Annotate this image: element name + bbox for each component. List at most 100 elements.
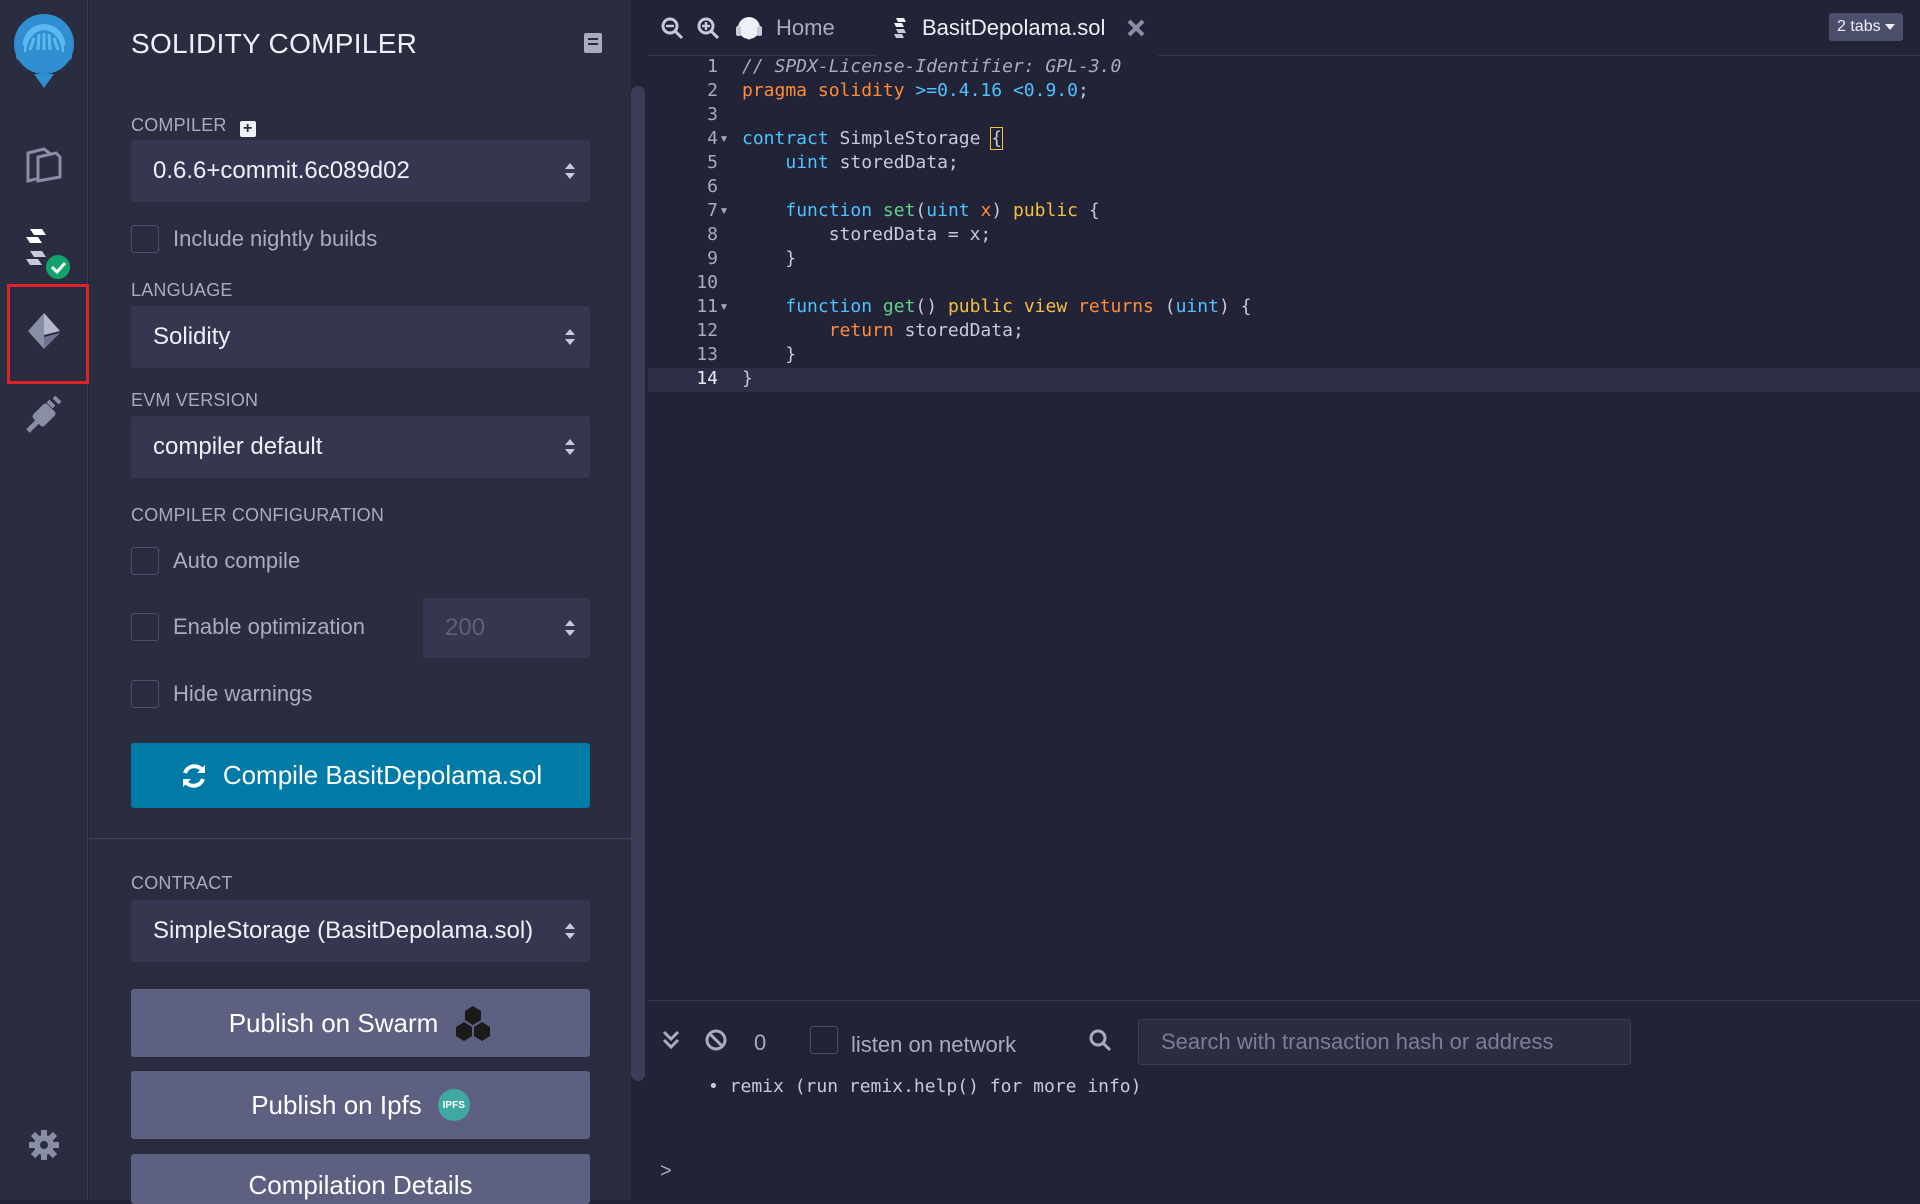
solidity-file-icon (894, 18, 906, 38)
solidity-compiler-check-icon[interactable] (0, 210, 88, 292)
publish-swarm-button[interactable]: Publish on Swarm (131, 989, 590, 1057)
code-line-13: } (785, 344, 797, 365)
stepper-arrows-icon[interactable] (564, 618, 576, 638)
compilation-details-button[interactable]: Compilation Details (131, 1154, 590, 1204)
optimization-runs-input[interactable]: 200 (423, 598, 590, 658)
publish-ipfs-button[interactable]: Publish on Ipfs IPFS (131, 1071, 590, 1139)
terminal-output: • remix (run remix.help() for more info) (708, 1076, 1142, 1097)
panel-title: SOLIDITY COMPILER (131, 28, 418, 59)
tabs-count-dropdown[interactable]: 2 tabs (1829, 13, 1903, 41)
listen-network-label: listen on network (851, 1032, 1017, 1057)
line-number: 14 (696, 368, 718, 389)
auto-compile-row[interactable]: Auto compile (131, 547, 300, 575)
code-line-12: return storedData; (828, 320, 1024, 341)
line-number: 13 (696, 344, 718, 365)
nightly-builds-label: Include nightly builds (173, 226, 378, 251)
nightly-builds-checkbox[interactable] (131, 225, 159, 253)
line-number: 10 (696, 272, 718, 293)
contract-value: SimpleStorage (BasitDepolama.sol) (153, 917, 534, 944)
optimization-checkbox[interactable] (131, 613, 159, 641)
line-number: 1 (707, 56, 718, 77)
code-line-9: } (785, 248, 797, 269)
tabs-count-label: 2 tabs (1837, 18, 1881, 35)
code-line-7: function set(uint x) public { (785, 200, 1100, 221)
add-compiler-icon[interactable]: + (239, 121, 256, 137)
contract-select[interactable]: SimpleStorage (BasitDepolama.sol) (131, 900, 590, 962)
select-arrows-icon (565, 329, 575, 345)
code-line-8: storedData = x; (828, 224, 992, 245)
line-number: 9 (707, 248, 718, 269)
swarm-icon (456, 1006, 491, 1041)
active-plugin-highlight (7, 284, 89, 384)
language-select[interactable]: Solidity (131, 306, 590, 368)
select-arrows-icon (565, 439, 575, 455)
file-explorer-icon[interactable] (0, 124, 88, 206)
listen-network-checkbox[interactable] (810, 1026, 838, 1054)
tab-home[interactable]: Home (734, 0, 835, 56)
zoom-out-icon[interactable] (660, 16, 684, 40)
select-arrows-icon (565, 923, 575, 939)
close-tab-icon[interactable] (1126, 18, 1146, 38)
code-editor[interactable] (734, 56, 1920, 970)
compilation-details-label: Compilation Details (248, 1170, 473, 1200)
code-line-4: contract SimpleStorage { (742, 127, 1004, 150)
code-line-2: pragma solidity >=0.4.16 <0.9.0; (742, 80, 1089, 101)
refresh-icon (182, 763, 205, 788)
language-label: LANGUAGE (131, 280, 233, 300)
optimization-label: Enable optimization (173, 614, 366, 639)
optimization-row[interactable]: Enable optimization (131, 613, 365, 641)
chevron-down-icon (1884, 24, 1895, 30)
documentation-icon[interactable] (583, 32, 603, 59)
pending-tx-count: 0 (754, 1030, 767, 1055)
hide-warnings-row[interactable]: Hide warnings (131, 680, 312, 708)
compiler-configuration-label: COMPILER CONFIGURATION (131, 505, 385, 525)
language-value: Solidity (153, 323, 231, 350)
plugin-manager-icon[interactable] (0, 374, 88, 456)
line-number: 12 (696, 320, 718, 341)
tab-basitdepolama[interactable]: BasitDepolama.sol (876, 0, 1158, 56)
active-line-highlight (648, 368, 1920, 392)
code-line-1: // SPDX-License-Identifier: GPL-3.0 (742, 56, 1122, 77)
tab-bar: Home BasitDepolama.sol 2 tabs (648, 0, 1920, 56)
publish-swarm-label: Publish on Swarm (228, 1007, 439, 1038)
transaction-search-placeholder: Search with transaction hash or address (1161, 1029, 1554, 1054)
evm-version-label: EVM VERSION (131, 390, 259, 410)
clear-terminal-icon[interactable] (704, 1028, 728, 1052)
zoom-in-icon[interactable] (696, 16, 720, 40)
icon-rail (0, 0, 89, 1200)
line-number: 11 (696, 296, 718, 317)
nightly-builds-row[interactable]: Include nightly builds (131, 225, 377, 253)
compiler-version-select[interactable]: 0.6.6+commit.6c089d02 (131, 140, 590, 202)
auto-compile-checkbox[interactable] (131, 547, 159, 575)
fold-arrow-icon[interactable]: ▼ (719, 302, 729, 313)
code-line-14: } (742, 368, 753, 389)
line-number: 2 (707, 80, 718, 101)
search-icon (1089, 1029, 1112, 1052)
line-number: 4 (707, 128, 718, 149)
publish-ipfs-label: Publish on Ipfs (251, 1089, 422, 1120)
contract-label: CONTRACT (131, 873, 233, 893)
fold-arrow-icon[interactable]: ▼ (719, 206, 729, 217)
line-number: 6 (707, 176, 718, 197)
line-number: 7 (707, 200, 718, 221)
ipfs-icon: IPFS (437, 1089, 470, 1121)
remix-logo-icon[interactable] (0, 4, 88, 88)
evm-version-value: compiler default (153, 433, 323, 460)
select-arrows-icon (565, 163, 575, 179)
panel-scrollbar[interactable] (631, 86, 645, 1081)
optimization-runs-value: 200 (445, 614, 486, 641)
settings-gear-icon[interactable] (0, 1104, 88, 1186)
compile-button[interactable]: Compile BasitDepolama.sol (131, 743, 590, 808)
compiler-label: COMPILER + (131, 115, 256, 137)
transaction-search-input[interactable]: Search with transaction hash or address (1138, 1019, 1631, 1065)
fold-arrow-icon[interactable]: ▼ (719, 134, 729, 145)
auto-compile-label: Auto compile (173, 548, 301, 573)
hide-warnings-label: Hide warnings (173, 681, 313, 706)
collapse-terminal-icon[interactable] (662, 1030, 680, 1050)
hide-warnings-checkbox[interactable] (131, 680, 159, 708)
editor-area: Home BasitDepolama.sol 2 tabs 1234567891… (648, 0, 1920, 1200)
line-number: 3 (707, 104, 718, 125)
evm-version-select[interactable]: compiler default (131, 416, 590, 478)
line-number: 8 (707, 224, 718, 245)
terminal-prompt[interactable]: > (660, 1160, 672, 1183)
